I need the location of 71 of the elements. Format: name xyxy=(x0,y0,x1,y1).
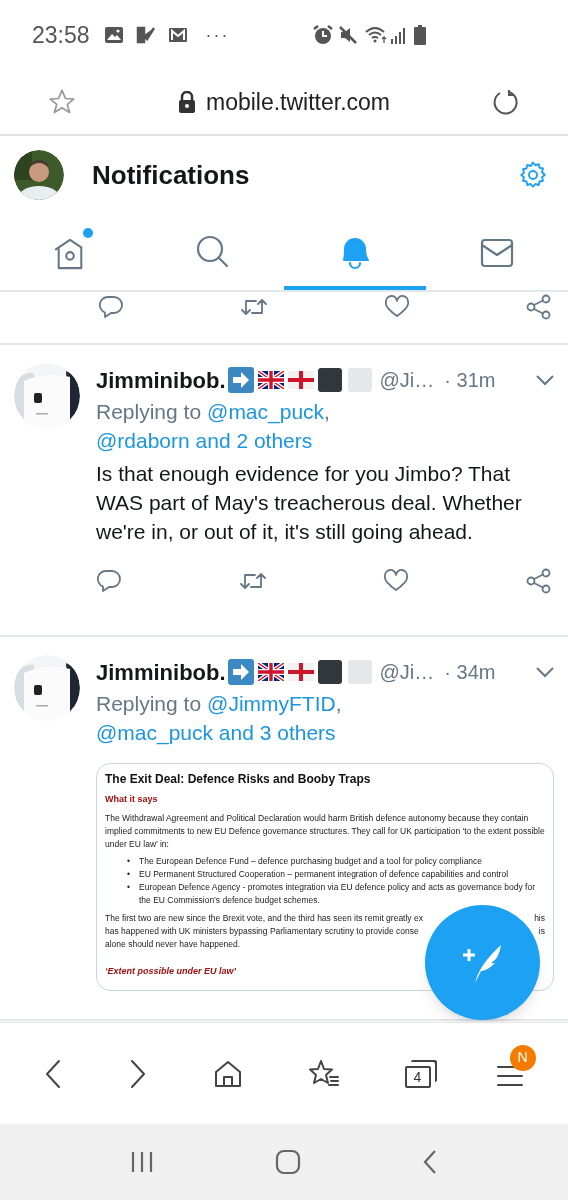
mention-link[interactable]: @mac_puck and 3 others xyxy=(96,718,336,747)
settings-icon[interactable] xyxy=(518,160,548,190)
search-icon xyxy=(195,234,231,270)
mail-icon xyxy=(480,238,514,268)
share-icon[interactable] xyxy=(526,294,552,320)
mention-link[interactable]: @mac_puck xyxy=(207,397,325,426)
heart-icon[interactable] xyxy=(384,295,410,319)
document-subheading: ‘Extent possible under EU law’ xyxy=(105,964,238,978)
bullet-text: European Defence Agency - promotes integration via EU defence policy and acts as governance body for the EU Commission’s defence budget schemes. xyxy=(139,880,536,907)
alarm-icon xyxy=(312,24,334,46)
flag-icon xyxy=(257,663,284,681)
battery-icon xyxy=(414,25,426,45)
menu-icon[interactable] xyxy=(495,1064,524,1087)
image-icon xyxy=(103,25,124,45)
check-icon xyxy=(135,25,156,45)
bookmark-star-icon[interactable] xyxy=(307,1058,340,1089)
recent-apps-icon[interactable] xyxy=(130,1151,155,1173)
flag-icon xyxy=(287,663,314,681)
mail-icon xyxy=(167,26,188,44)
reply-icon[interactable] xyxy=(98,295,124,319)
clock-time: 23:58 xyxy=(32,20,90,50)
user-name[interactable]: Jimminibob. xyxy=(96,363,226,397)
notification-badge: N xyxy=(509,1044,536,1071)
bullet-mark: • xyxy=(127,867,131,881)
user-handle[interactable]: @Ji… xyxy=(379,365,435,395)
separator-text: , xyxy=(335,691,342,717)
chevron-down-icon[interactable] xyxy=(536,666,554,678)
signal-icon xyxy=(390,25,408,45)
separator-text: , xyxy=(324,399,330,423)
bullet-mark: • xyxy=(127,880,131,894)
document-paragraph: The Withdrawal Agreement and Political Declaration would harm British defence autonomy because they contain implied commitments to new EU Defence governance structures. They call for UK participation ‘to the extent possible under EU law’ in: xyxy=(105,811,545,851)
document-heading: What it says xyxy=(105,793,159,806)
user-name[interactable]: Jimminibob. xyxy=(96,655,226,689)
mute-icon xyxy=(338,25,358,45)
back-icon[interactable] xyxy=(421,1149,438,1175)
user-handle[interactable]: @Ji… xyxy=(379,657,435,687)
document-text: The first two are new since the Brexit vote, and the third has seen its remit greatly ex xyxy=(105,911,423,925)
more-text: ··· xyxy=(205,23,230,47)
reply-label: Replying to xyxy=(96,691,202,717)
mention-link[interactable]: @rdaborn and 2 others xyxy=(96,426,313,455)
square-icon xyxy=(317,368,342,392)
document-text: his xyxy=(534,911,545,925)
heart-icon[interactable] xyxy=(383,569,410,593)
home-button-icon[interactable] xyxy=(275,1149,301,1175)
flag-icon xyxy=(287,371,314,389)
tweet-text: Is that enough evidence for you Jimbo? That WAS part of May's treacherous deal. Whether we're in, or out of it, it's still going ahead. xyxy=(96,461,523,545)
bullet-text: EU Permanent Structured Cooperation – permanent integration of defence capabilities and control xyxy=(139,867,509,881)
document-text: is xyxy=(538,924,545,938)
home-icon[interactable] xyxy=(212,1058,243,1089)
document-image[interactable] xyxy=(96,763,554,991)
document-text: has happened with UK ministers bypassing Parliamentary scrutiny to provide conse xyxy=(105,924,419,938)
reply-label: Replying to xyxy=(96,399,202,425)
bullet-text: The European Defence Fund – defence purchasing budget and a tool for policy compliance xyxy=(139,854,483,868)
mention-link[interactable]: @JimmyFTID xyxy=(207,689,336,718)
bullet-mark: • xyxy=(127,854,131,868)
tweet-time[interactable]: · 31m xyxy=(444,365,496,395)
flag-icon xyxy=(257,371,284,389)
reply-icon[interactable] xyxy=(96,569,122,593)
square-icon xyxy=(317,660,342,684)
square-icon xyxy=(347,368,372,392)
url-text[interactable]: mobile.twitter.com xyxy=(205,84,391,120)
share-icon[interactable] xyxy=(525,568,552,594)
tweet-time[interactable]: · 34m xyxy=(444,657,496,687)
refresh-icon[interactable] xyxy=(492,88,520,116)
page-title: Notifications xyxy=(92,158,251,192)
square-icon xyxy=(347,660,372,684)
wifi-icon xyxy=(364,25,388,45)
chevron-down-icon[interactable] xyxy=(536,374,554,386)
document-title: The Exit Deal: Defence Risks and Booby Traps xyxy=(105,771,372,788)
star-icon[interactable] xyxy=(48,88,76,116)
document-text: alone should never have happened. xyxy=(105,937,241,951)
